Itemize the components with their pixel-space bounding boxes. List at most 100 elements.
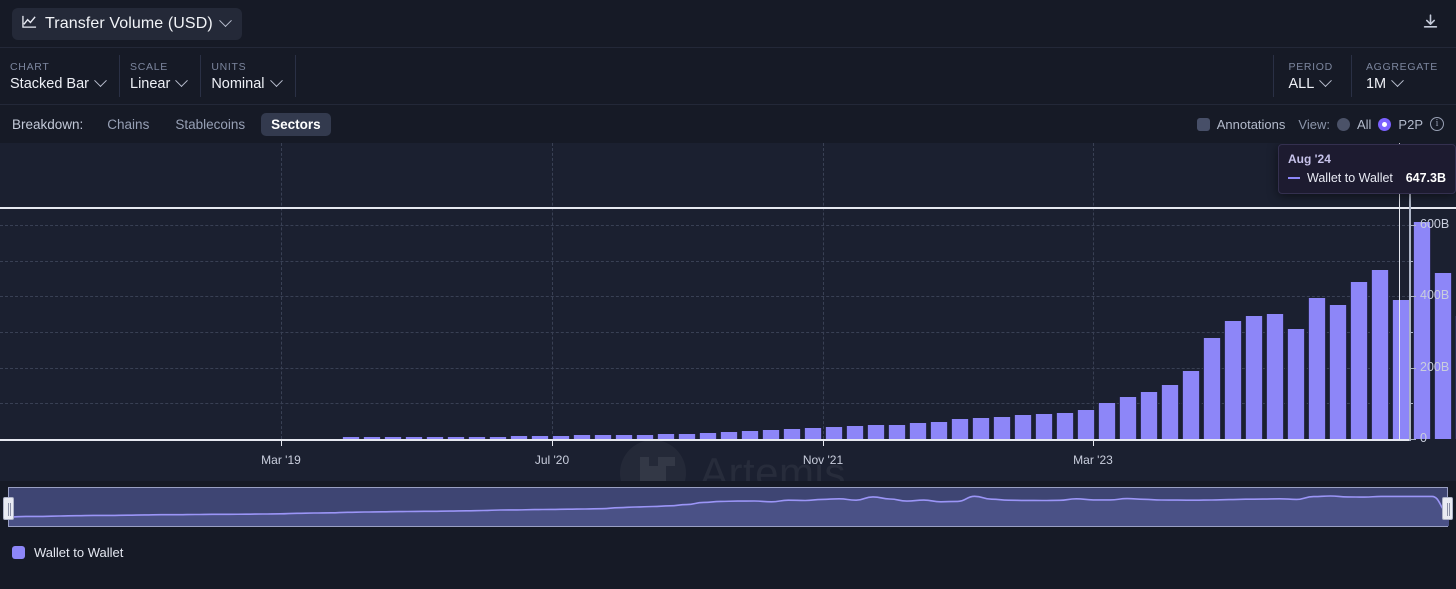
view-radio-all[interactable] [1336,117,1350,131]
bar[interactable] [1392,299,1410,439]
view-label: View: [1298,116,1330,132]
chevron-down-icon [269,74,283,88]
y-axis-label: 400B [1420,288,1450,303]
chart-type-control[interactable]: CHART Stacked Bar [0,55,120,97]
x-axis-label: Jul '20 [534,453,570,467]
y-axis-tick [1409,296,1416,298]
bar[interactable] [846,426,864,439]
brush-handle-left[interactable] [3,497,14,520]
annotations-checkbox[interactable] [1196,117,1210,131]
bar[interactable] [909,423,927,439]
bar[interactable] [741,431,759,439]
top-bar: Transfer Volume (USD) [0,0,1456,47]
breakdown-label: Breakdown: [12,116,84,132]
x-axis-tick [823,439,824,446]
legend-swatch [12,545,25,559]
artemis-logo-icon [620,440,686,481]
download-button[interactable] [1418,12,1442,36]
bar[interactable] [1224,321,1242,439]
breakdown-tab-chains[interactable]: Chains [97,113,159,136]
chevron-down-icon [1319,74,1333,88]
line-chart-icon [22,14,37,34]
bar[interactable] [1350,282,1368,439]
y-axis-tick [1409,439,1416,440]
info-icon[interactable]: i [1430,117,1444,131]
bar[interactable] [1014,415,1032,439]
breakdown-tab-stablecoins[interactable]: Stablecoins [165,113,255,136]
bar[interactable] [1098,403,1116,439]
chart-type-label: CHART [10,60,50,73]
control-bar: CHART Stacked Bar SCALE Linear UNITS Nom… [0,47,1456,105]
y-axis-label: 0 [1420,431,1427,445]
bar[interactable] [1245,316,1263,439]
bar[interactable] [930,421,948,439]
bar[interactable] [1413,222,1431,439]
chevron-down-icon [94,74,107,88]
bar[interactable] [1140,391,1158,439]
metric-selector[interactable]: Transfer Volume (USD) [12,7,242,40]
bar[interactable] [993,416,1011,439]
gridline-horizontal [0,332,1410,334]
y-axis-spine [1409,173,1411,441]
bar[interactable] [1266,314,1284,439]
bar[interactable] [888,424,906,439]
brush-handle-right[interactable] [1442,497,1453,520]
scale-label: SCALE [130,60,168,73]
bar[interactable] [1329,305,1347,439]
bar[interactable] [1056,412,1074,439]
bar[interactable] [972,418,990,439]
x-axis-label: Nov '21 [802,453,844,467]
bar[interactable] [1182,371,1200,439]
bar[interactable] [951,419,969,439]
y-axis-tick [1409,225,1416,227]
legend-item-wallet-to-wallet[interactable]: Wallet to Wallet [12,545,123,560]
period-label: PERIOD [1288,60,1333,73]
chart-tooltip: Aug '24 Wallet to Wallet 647.3B [1278,144,1456,194]
y-axis-label: 600B [1420,217,1450,232]
bar[interactable] [867,425,885,439]
gridline-vertical [1093,143,1094,439]
bar[interactable] [1077,410,1095,439]
chevron-down-icon [1391,74,1404,88]
y-axis-tick [1409,367,1416,369]
chart-area[interactable]: Artemis Aug '24 Wallet to Wallet 647.3B … [0,143,1456,481]
aggregate-control[interactable]: AGGREGATE 1M [1350,55,1456,97]
period-control[interactable]: PERIOD ALL [1273,55,1350,97]
bar[interactable] [1203,338,1221,439]
scale-control[interactable]: SCALE Linear [120,55,202,97]
units-control[interactable]: UNITS Nominal [201,55,296,97]
control-bar-right: PERIOD ALL AGGREGATE 1M [1273,48,1456,104]
bar[interactable] [1287,329,1305,439]
tooltip-series-name: Wallet to Wallet [1307,171,1393,185]
bar[interactable] [1371,269,1389,439]
bar[interactable] [825,426,843,439]
plot-canvas[interactable]: Artemis [0,143,1456,481]
x-axis-label: Mar '19 [261,453,301,467]
gridline-vertical [281,143,282,439]
brush-mini-chart [9,495,1449,526]
bar[interactable] [720,431,738,439]
tooltip-date: Aug '24 [1288,152,1331,166]
chart-type-value: Stacked Bar [10,74,107,92]
bar[interactable] [762,429,780,439]
bar[interactable] [1119,396,1137,439]
view-option-all-label: All [1356,116,1372,132]
gridline-vertical [823,143,824,439]
bar[interactable] [1161,384,1179,439]
units-label: UNITS [211,60,247,73]
chart-legend: Wallet to Wallet [0,531,1456,573]
tooltip-series-swatch [1288,177,1300,179]
x-axis-tick [552,439,553,446]
breakdown-bar: Breakdown: Chains Stablecoins Sectors An… [0,105,1456,143]
range-brush[interactable] [0,481,1456,531]
bar[interactable] [783,428,801,439]
bar[interactable] [1035,414,1053,439]
view-radio-p2p[interactable] [1378,117,1392,131]
download-icon [1422,13,1439,35]
crosshair-line [0,207,1456,210]
breakdown-tab-sectors[interactable]: Sectors [261,112,331,136]
bar[interactable] [804,427,822,439]
brush-track[interactable] [3,487,1453,527]
chevron-down-icon [218,14,232,28]
bar[interactable] [1308,298,1326,439]
